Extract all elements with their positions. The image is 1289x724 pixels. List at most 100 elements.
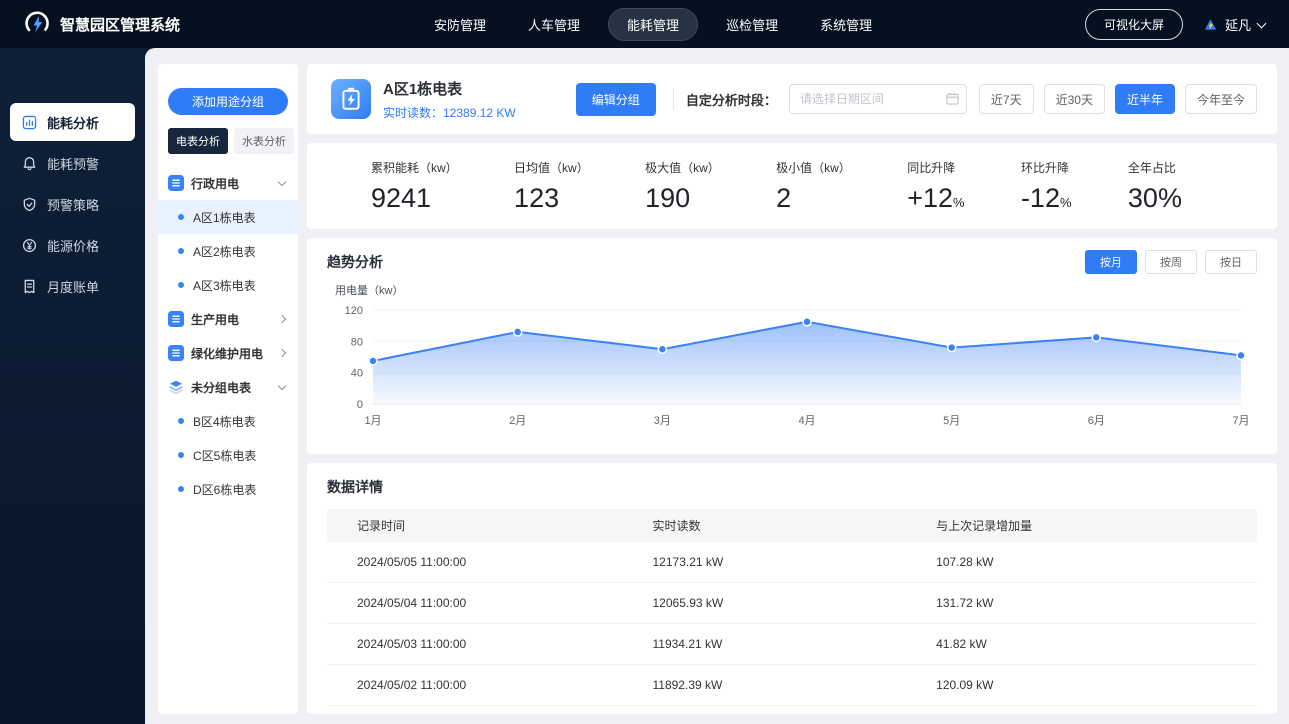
realtime-reading: 实时读数：12389.12 KW	[383, 105, 516, 120]
group-icon	[168, 345, 184, 361]
tree-item[interactable]: D区6栋电表	[158, 472, 298, 506]
meter-tabs: 电表分析 水表分析	[168, 128, 294, 154]
top-nav-item[interactable]: 巡检管理	[712, 9, 792, 40]
period-button[interactable]: 近半年	[1114, 84, 1175, 114]
svg-text:1月: 1月	[364, 415, 381, 427]
stat-value: 9241	[371, 182, 432, 213]
mode-button[interactable]: 按日	[1205, 250, 1257, 274]
bullet-dot-icon	[178, 418, 184, 424]
user-menu[interactable]: 延凡	[1203, 15, 1267, 34]
table-cell: 2024/05/04 11:00:00	[327, 582, 653, 624]
stat-label: 日均值（kw）	[514, 160, 589, 175]
stat: 全年占比 30%	[1128, 159, 1182, 214]
svg-text:用电量（kw）: 用电量（kw）	[335, 284, 403, 297]
stat-value: +12%	[907, 182, 965, 213]
svg-text:40: 40	[351, 368, 363, 380]
trend-chart: 0 40 80 120 用电量（kw） 1月 2月 3月 4月 5月 6月 7月	[335, 284, 1250, 427]
table-cell: 2024/05/03 11:00:00	[327, 623, 653, 665]
price-icon	[21, 237, 37, 253]
stat: 累积能耗（kw） 9241	[371, 159, 458, 214]
tree-group[interactable]: 生产用电	[168, 302, 288, 336]
tree-item[interactable]: A区1栋电表	[158, 200, 298, 234]
sidebar-item[interactable]: 预警策略	[10, 185, 135, 223]
calendar-icon	[946, 92, 959, 105]
top-nav-item[interactable]: 能耗管理	[608, 7, 699, 41]
top-nav-item[interactable]: 系统管理	[806, 9, 886, 40]
analysis-icon	[21, 114, 37, 130]
mode-button[interactable]: 按月	[1085, 250, 1137, 274]
trend-title: 趋势分析	[327, 254, 383, 270]
topbar: 智慧园区管理系统 安防管理 人车管理 能耗管理 巡检管理 系统管理 可视化大屏 延凡	[0, 0, 1289, 48]
period-button[interactable]: 近30天	[1043, 84, 1105, 114]
stat-label: 环比升降	[1020, 160, 1069, 175]
table-cell: 12173.21 kW	[652, 542, 937, 583]
meter-tab[interactable]: 水表分析	[234, 128, 294, 154]
sidebar-item[interactable]: 能源价格	[10, 226, 135, 264]
strategy-icon	[21, 196, 37, 212]
sidebar-item[interactable]: 能耗分析	[10, 103, 135, 141]
table-header-cell: 实时读数	[652, 519, 701, 533]
meter-tree: 行政用电 A区1栋电表 A区2栋电表 A区3栋电表 生产用电 绿化维护用电 未分组电表 B区4…	[158, 166, 298, 506]
sidebar-item-label: 预警策略	[47, 197, 100, 213]
chevron-right-icon	[277, 314, 287, 324]
date-range-input[interactable]	[788, 84, 967, 114]
svg-text:120: 120	[345, 305, 363, 317]
meter-name: A区1栋电表	[383, 80, 463, 98]
table-cell: 12065.93 kW	[652, 582, 937, 624]
stat: 同比升降 +12%	[907, 159, 964, 214]
svg-text:4月: 4月	[798, 415, 815, 427]
chevron-down-icon	[277, 177, 287, 187]
sidebar-item-label: 能耗分析	[47, 115, 100, 131]
period-label: 自定分析时段：	[685, 92, 777, 108]
table-cell: 2024/05/02 11:00:00	[327, 664, 653, 706]
svg-text:6月: 6月	[1088, 415, 1105, 427]
stat: 极大值（kw） 190	[645, 159, 720, 214]
group-panel: 添加用途分组 电表分析 水表分析 行政用电 A区1栋电表 A区2栋电表 A区3栋电表 生产…	[158, 64, 298, 714]
top-nav-item[interactable]: 安防管理	[420, 9, 500, 40]
tree-group[interactable]: 行政用电	[168, 166, 288, 200]
table-cell: 11934.21 kW	[652, 623, 937, 665]
top-nav-item[interactable]: 人车管理	[514, 9, 594, 40]
main-content: 添加用途分组 电表分析 水表分析 行政用电 A区1栋电表 A区2栋电表 A区3栋电表 生产…	[145, 48, 1289, 724]
period-button[interactable]: 今年至今	[1184, 84, 1257, 114]
stat: 极小值（kw） 2	[776, 159, 851, 214]
sidebar: 能耗分析能耗预警预警策略能源价格月度账单	[0, 48, 145, 724]
svg-text:80: 80	[351, 336, 363, 348]
table-cell: 41.82 kW	[936, 623, 1257, 665]
tree-item[interactable]: B区4栋电表	[158, 404, 298, 438]
date-range-picker[interactable]	[788, 84, 967, 114]
bill-icon	[21, 278, 37, 294]
layers-icon	[168, 379, 184, 395]
edit-group-button[interactable]: 编辑分组	[575, 82, 656, 116]
sidebar-item[interactable]: 月度账单	[10, 267, 135, 305]
user-name: 延凡	[1224, 17, 1251, 33]
svg-text:3月: 3月	[654, 415, 671, 427]
user-avatar-icon	[1203, 17, 1218, 32]
big-screen-button[interactable]: 可视化大屏	[1084, 8, 1183, 40]
sidebar-item[interactable]: 能耗预警	[10, 144, 135, 182]
meter-tab[interactable]: 电表分析	[168, 128, 228, 154]
sidebar-item-label: 能源价格	[47, 238, 100, 254]
tree-item[interactable]: A区3栋电表	[158, 268, 298, 302]
tree-item[interactable]: A区2栋电表	[158, 234, 298, 268]
group-icon	[168, 311, 184, 327]
tree-item[interactable]: C区5栋电表	[158, 438, 298, 472]
tree-group[interactable]: 绿化维护用电	[168, 336, 288, 370]
stat-value: 30%	[1127, 182, 1182, 213]
tree-group[interactable]: 未分组电表	[168, 370, 288, 404]
table-row: 2024/05/03 11:00:00 11934.21 kW 41.82 kW	[327, 623, 1257, 665]
table-row: 2024/05/04 11:00:00 12065.93 kW 131.72 kW	[327, 582, 1257, 624]
top-nav: 安防管理 人车管理 能耗管理 巡检管理 系统管理	[420, 7, 886, 41]
mode-button[interactable]: 按周	[1145, 250, 1197, 274]
period-button[interactable]: 近7天	[978, 84, 1034, 114]
bullet-dot-icon	[178, 282, 184, 288]
svg-text:2月: 2月	[509, 415, 526, 427]
table-cell: 11892.39 kW	[652, 664, 937, 706]
stats-card: 累积能耗（kw） 9241 日均值（kw） 123 极大值（kw） 190 极小值（kw） 2…	[307, 143, 1277, 229]
svg-text:0: 0	[357, 399, 363, 411]
chevron-right-icon	[277, 348, 287, 358]
group-icon	[168, 175, 184, 191]
add-group-button[interactable]: 添加用途分组	[168, 88, 288, 115]
table-row: 2024/05/02 11:00:00 11892.39 kW 120.09 kW	[327, 664, 1257, 706]
table-cell: 131.72 kW	[936, 582, 1257, 624]
